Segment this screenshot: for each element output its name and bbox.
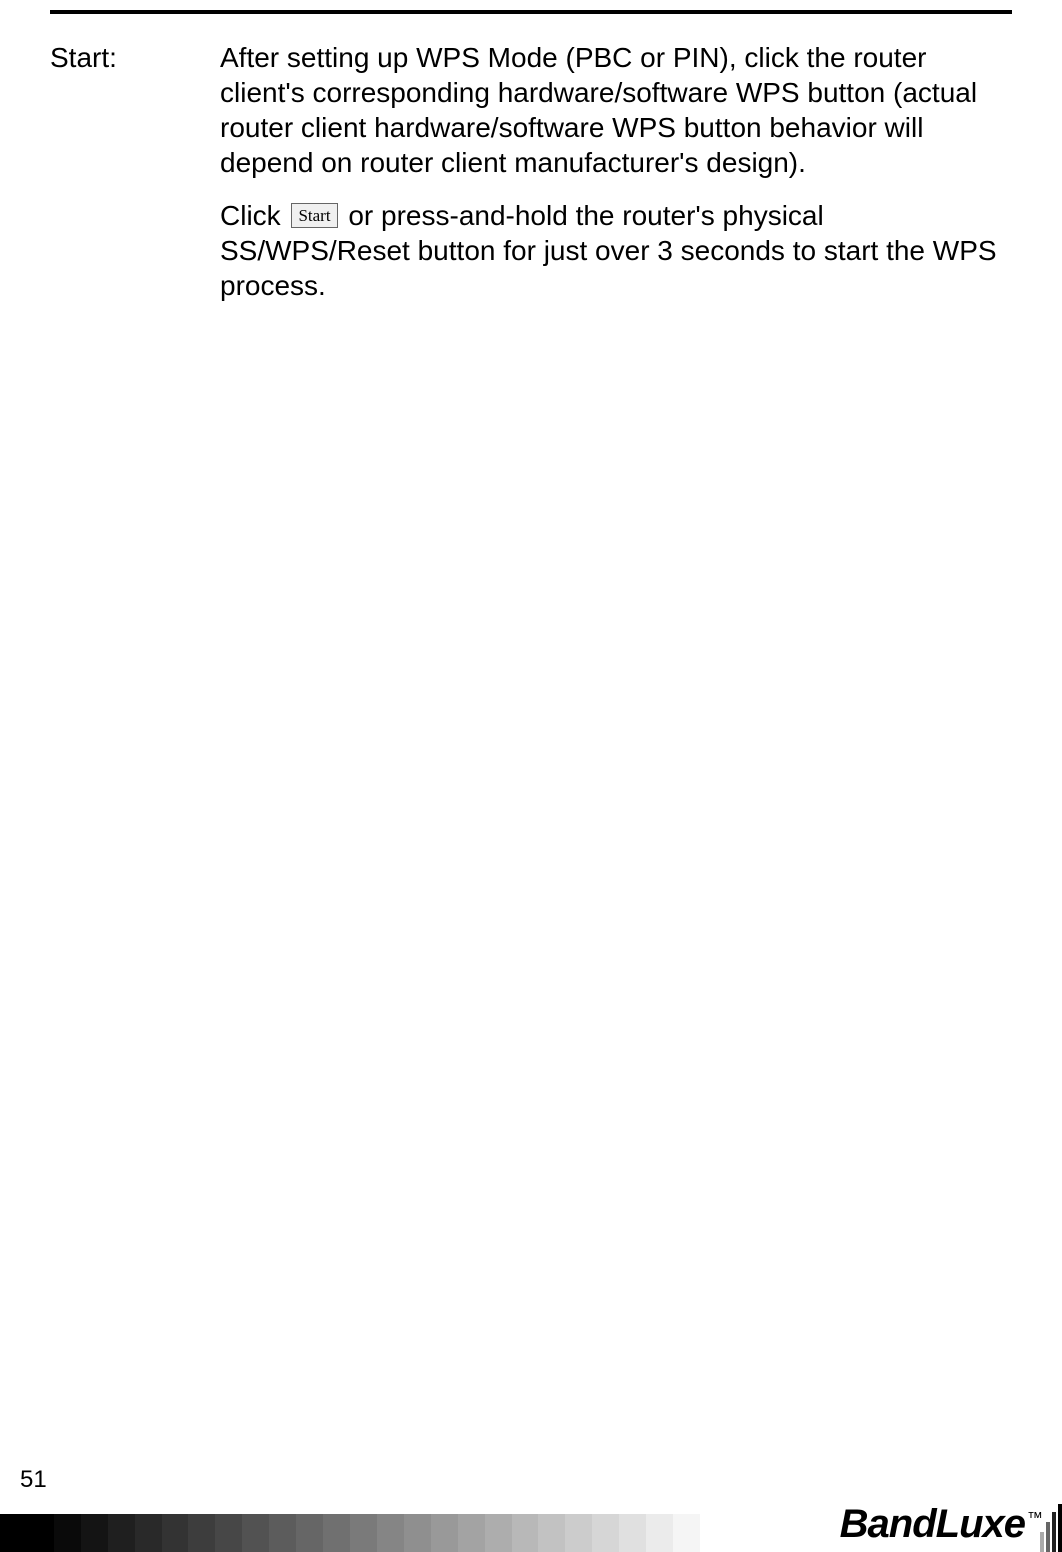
content-row: Start: After setting up WPS Mode (PBC or… (50, 40, 1012, 303)
gradient-segment (27, 1514, 54, 1552)
gradient-segment (404, 1514, 431, 1552)
gradient-segment (377, 1514, 404, 1552)
start-button-icon[interactable]: Start (291, 203, 337, 228)
gradient-segment (673, 1514, 700, 1552)
brand-logo: BandLuxe™ (840, 1502, 1042, 1547)
brand-name: BandLuxe (840, 1502, 1025, 1546)
gradient-segment (54, 1514, 81, 1552)
paragraph-1: After setting up WPS Mode (PBC or PIN), … (220, 40, 1012, 180)
gradient-segment (188, 1514, 215, 1552)
gradient-segment (619, 1514, 646, 1552)
gradient-segment (458, 1514, 485, 1552)
gradient-segment (81, 1514, 108, 1552)
gradient-segment (162, 1514, 189, 1552)
gradient-segment (242, 1514, 269, 1552)
definition-label: Start: (50, 40, 220, 303)
definition-body: After setting up WPS Mode (PBC or PIN), … (220, 40, 1012, 303)
gradient-segment (485, 1514, 512, 1552)
gradient-segment (565, 1514, 592, 1552)
gradient-segment (538, 1514, 565, 1552)
gradient-segment (592, 1514, 619, 1552)
gradient-segment (269, 1514, 296, 1552)
gradient-segment (350, 1514, 377, 1552)
gradient-segment (108, 1514, 135, 1552)
gradient-bar (0, 1514, 700, 1552)
gradient-segment (431, 1514, 458, 1552)
gradient-segment (512, 1514, 539, 1552)
top-rule (50, 10, 1012, 14)
gradient-segment (323, 1514, 350, 1552)
signal-bars-icon (1040, 1504, 1062, 1552)
gradient-segment (215, 1514, 242, 1552)
para2-before: Click (220, 200, 288, 231)
page-number: 51 (20, 1466, 47, 1494)
gradient-segment (646, 1514, 673, 1552)
gradient-segment (296, 1514, 323, 1552)
paragraph-2: Click Start or press-and-hold the router… (220, 198, 1012, 303)
footer: BandLuxe™ (0, 1504, 1062, 1552)
gradient-segment (0, 1514, 27, 1552)
gradient-segment (135, 1514, 162, 1552)
